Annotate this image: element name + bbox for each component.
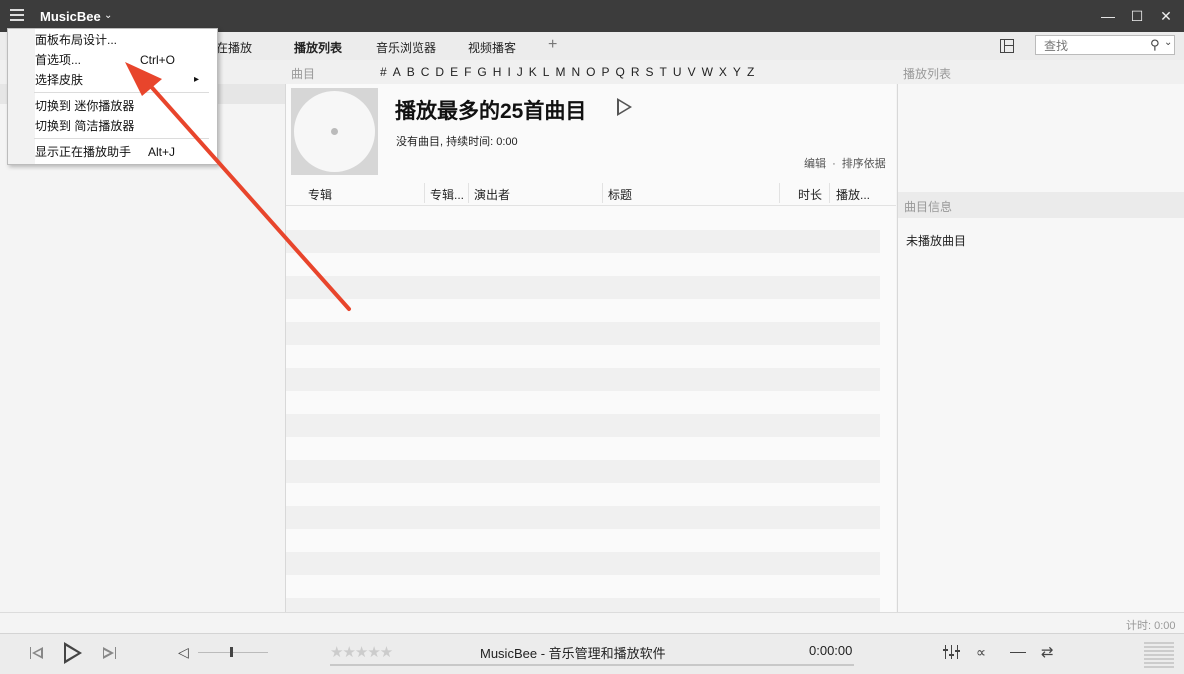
table-row [286, 368, 880, 391]
equalizer-icon[interactable] [943, 645, 960, 659]
previous-track-icon[interactable] [30, 645, 44, 661]
lastfm-scrobble-icon[interactable]: ∝ [976, 644, 986, 661]
alphabet-letter[interactable]: Q [616, 65, 625, 79]
alphabet-letter[interactable]: O [586, 65, 595, 79]
search-options-icon[interactable]: ⌄ [1164, 37, 1172, 48]
volume-icon[interactable]: ◁ [178, 644, 189, 661]
alphabet-letter[interactable]: F [464, 65, 471, 79]
chevron-down-icon[interactable]: ⌄ [104, 10, 112, 21]
layout-icon[interactable] [1000, 39, 1014, 53]
repeat-icon[interactable] [1010, 652, 1026, 653]
alphabet-letter[interactable]: S [646, 65, 654, 79]
status-bar: 计时: 0:00 [0, 612, 1184, 634]
menu-separator [34, 138, 209, 139]
now-playing-text: MusicBee - 音乐管理和播放软件 [480, 646, 666, 661]
table-row [286, 276, 880, 299]
alphabet-letter[interactable]: P [602, 65, 610, 79]
not-playing-text: 未播放曲目 [906, 234, 967, 248]
spectrum-analyzer-icon [1144, 642, 1174, 668]
timer-text: 计时: 0:00 [1126, 620, 1176, 632]
column-album[interactable]: 专辑 [308, 186, 332, 203]
menu-item-compact-player[interactable]: 切换到 简洁播放器 [35, 117, 205, 135]
alphabet-letter[interactable]: Y [733, 65, 741, 79]
edit-link[interactable]: 编辑 [804, 158, 826, 170]
close-button[interactable]: ✕ [1156, 6, 1176, 26]
player-bar: ◁ ★★★★★ MusicBee - 音乐管理和播放软件 0:00:00 ∝ ⇄ [0, 633, 1184, 674]
alphabet-letter[interactable]: D [435, 65, 444, 79]
minimize-button[interactable]: — [1098, 6, 1118, 26]
track-info-header-label: 曲目信息 [904, 200, 953, 214]
table-row [286, 322, 880, 345]
hamburger-menu-icon[interactable] [10, 9, 24, 23]
sort-link[interactable]: 排序依据 [842, 158, 886, 170]
volume-slider[interactable] [198, 652, 268, 653]
alphabet-letter[interactable]: Z [747, 65, 754, 79]
table-row [286, 506, 880, 529]
shuffle-icon[interactable]: ⇄ [1041, 643, 1054, 661]
alphabet-letter[interactable]: A [393, 65, 401, 79]
table-row [286, 414, 880, 437]
menu-item-mini-player[interactable]: 切换到 迷你播放器 [35, 97, 205, 115]
alphabet-filter[interactable]: # A B C D E F G H I J K L M N O P Q R S T U V W X Y Z [380, 65, 760, 79]
alphabet-letter[interactable]: H [493, 65, 502, 79]
playlist-title: 播放最多的25首曲目 [395, 100, 587, 123]
menu-item-preferences[interactable]: 首选项... Ctrl+O [35, 51, 205, 69]
alphabet-letter[interactable]: I [507, 65, 510, 79]
column-plays[interactable]: 播放... [836, 186, 870, 203]
alphabet-letter[interactable]: C [421, 65, 430, 79]
alphabet-letter[interactable]: U [673, 65, 682, 79]
search-icon[interactable]: ⚲ [1150, 37, 1160, 53]
alphabet-letter[interactable]: # [380, 65, 387, 79]
alphabet-letter[interactable]: L [543, 65, 550, 79]
alphabet-letter[interactable]: G [477, 65, 486, 79]
play-playlist-icon-inner [619, 101, 629, 113]
edit-sort-links: 编辑 · 排序依据 [804, 155, 886, 171]
add-tab-button[interactable]: + [548, 36, 557, 54]
volume-slider-handle[interactable] [230, 647, 233, 657]
tab-video[interactable]: 视频播客 [468, 39, 516, 56]
track-info-header: 曲目信息 [898, 192, 1184, 218]
search-box[interactable]: ⚲ ⌄ [1035, 35, 1175, 55]
menu-item-now-playing-assistant[interactable]: 显示正在播放助手 Alt+J [35, 143, 205, 161]
track-count-info: 没有曲目, 持续时间: 0:00 [396, 136, 518, 148]
table-row [286, 230, 880, 253]
dot-separator: · [832, 158, 836, 170]
tab-music-browser[interactable]: 音乐浏览器 [376, 39, 436, 56]
column-title[interactable]: 标题 [608, 186, 632, 203]
playlist-panel-label: 播放列表 [903, 67, 952, 81]
column-duration[interactable]: 时长 [798, 186, 822, 203]
column-artist[interactable]: 演出者 [474, 186, 510, 203]
rating-stars[interactable]: ★★★★★ [330, 643, 393, 661]
play-icon-inner [66, 646, 78, 660]
progress-bar[interactable] [330, 664, 854, 666]
alphabet-letter[interactable]: J [517, 65, 523, 79]
alphabet-letter[interactable]: X [719, 65, 727, 79]
alphabet-letter[interactable]: E [450, 65, 458, 79]
alphabet-letter[interactable]: K [529, 65, 537, 79]
alphabet-letter[interactable]: W [702, 65, 713, 79]
next-track-icon[interactable] [103, 645, 117, 661]
alphabet-letter[interactable]: M [555, 65, 565, 79]
maximize-button[interactable]: ☐ [1127, 6, 1147, 26]
tracks-label: 曲目 [291, 67, 316, 81]
column-album-more[interactable]: 专辑... [430, 186, 464, 203]
table-row [286, 460, 880, 483]
menu-separator [34, 92, 209, 93]
menu-item-panel-layout[interactable]: 面板布局设计... [35, 31, 205, 49]
app-title[interactable]: MusicBee [40, 9, 101, 24]
alphabet-letter[interactable]: R [631, 65, 640, 79]
search-input[interactable] [1042, 37, 1146, 55]
right-panel [897, 84, 1184, 612]
menu-item-choose-skin[interactable]: 选择皮肤 ▸ [35, 71, 205, 89]
alphabet-letter[interactable]: T [660, 65, 667, 79]
table-row [286, 552, 880, 575]
playback-time: 0:00:00 [809, 643, 853, 658]
tab-playlist[interactable]: 播放列表 [294, 39, 342, 56]
alphabet-letter[interactable]: N [571, 65, 580, 79]
album-art [291, 88, 378, 175]
alphabet-letter[interactable]: V [688, 65, 696, 79]
alphabet-letter[interactable]: B [407, 65, 415, 79]
